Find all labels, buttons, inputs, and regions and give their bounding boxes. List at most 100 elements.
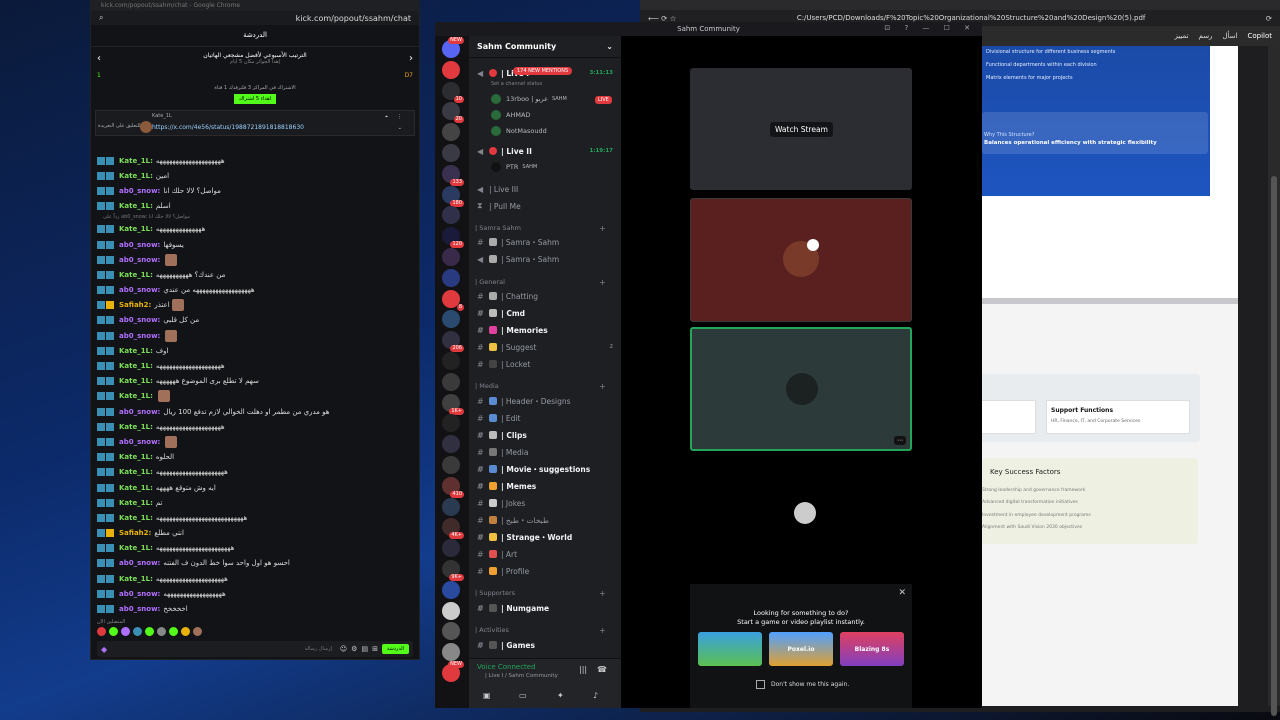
channel-item[interactable]: # | Numgame: [477, 601, 617, 615]
server-icon[interactable]: [442, 643, 460, 662]
channel-item[interactable]: ◀ | Samra・Sahm: [477, 252, 617, 266]
activity-card[interactable]: [698, 632, 762, 666]
chat-username[interactable]: Kate_1L:: [119, 271, 153, 279]
activity-card[interactable]: Blazing 8s: [840, 632, 904, 666]
soundboard-icon[interactable]: ♪: [593, 691, 598, 700]
server-icon[interactable]: [442, 580, 460, 599]
channel-item[interactable]: # | Memories: [477, 323, 617, 337]
server-icon[interactable]: [442, 414, 460, 433]
window-titlebar[interactable]: kick.com/popout/ssahm/chat - Google Chro…: [91, 1, 419, 11]
channel-item[interactable]: ◀ | Live III: [477, 182, 617, 196]
search-icon[interactable]: ⌕: [99, 13, 103, 23]
user-badge[interactable]: [193, 627, 202, 636]
chat-message[interactable]: ab0_snow: احسو هو اول واحد سوا خط الدون ف…: [97, 556, 415, 571]
channel-item[interactable]: # | Media: [477, 445, 617, 459]
chat-message[interactable]: Kate_1L: الحلوه: [97, 450, 415, 465]
category-header[interactable]: | General +: [475, 278, 606, 287]
channel-item[interactable]: # | Chatting: [477, 289, 617, 303]
discord-titlebar[interactable]: Sahm Community ⊡ ? — ☐ ✕: [435, 22, 982, 36]
chat-username[interactable]: Kate_1L:: [119, 347, 153, 355]
new-mentions-pill[interactable]: 174 NEW MENTIONS: [513, 67, 573, 75]
channel-item[interactable]: # | Clips: [477, 428, 617, 442]
server-icon[interactable]: 120: [442, 227, 464, 249]
channel-item[interactable]: ⧗ | Pull Me: [477, 199, 617, 213]
voice-user[interactable]: AHMAD: [491, 110, 530, 120]
chat-username[interactable]: ab0_snow:: [119, 241, 160, 249]
chat-username[interactable]: Kate_1L:: [119, 377, 153, 385]
chat-message[interactable]: ab0_snow: اخخخخخ: [97, 601, 415, 616]
more-icon[interactable]: ⋮: [397, 114, 402, 120]
chat-username[interactable]: Safiah2:: [119, 529, 151, 537]
server-icon[interactable]: 4K+: [442, 518, 464, 540]
channel-item[interactable]: # | Header・Designs: [477, 394, 617, 408]
activity-card[interactable]: Poxel.io: [769, 632, 833, 666]
channel-item[interactable]: # | Locket: [477, 357, 617, 371]
chat-message[interactable]: ab0_snow:: [97, 328, 415, 343]
window-controls[interactable]: ⊡ ? — ☐ ✕: [884, 24, 976, 32]
user-tile[interactable]: [690, 456, 912, 578]
voice-channel[interactable]: | Live I / Sahm Community: [485, 673, 558, 679]
server-icon[interactable]: [442, 144, 460, 162]
chat-username[interactable]: ab0_snow:: [119, 316, 160, 324]
browser-tab-strip[interactable]: [640, 0, 1280, 10]
chevron-down-icon[interactable]: ⌄: [398, 125, 402, 131]
channel-item[interactable]: # | Memes: [477, 479, 617, 493]
user-badge[interactable]: [169, 627, 178, 636]
chat-username[interactable]: Kate_1L:: [119, 514, 153, 522]
chat-username[interactable]: Kate_1L:: [119, 484, 153, 492]
server-icon[interactable]: 10: [442, 81, 464, 103]
user-badge[interactable]: [133, 627, 142, 636]
channel-item[interactable]: # | Profile: [477, 564, 617, 578]
server-icon[interactable]: [442, 435, 460, 454]
chat-message[interactable]: ab0_snow: هو مدري من مطمر او دهلت الخوالي…: [97, 404, 415, 419]
toolbar-item[interactable]: رسم: [1199, 32, 1213, 40]
chat-username[interactable]: Kate_1L:: [119, 575, 153, 583]
server-icon[interactable]: NEW: [442, 661, 464, 682]
channel-item[interactable]: # | Games: [477, 638, 617, 652]
chat-username[interactable]: Kate_1L:: [119, 544, 153, 552]
chat-message[interactable]: ab0_snow: مواصل؟ لالا حلك انا: [97, 183, 415, 198]
chat-message[interactable]: Kate_1L: سهم لا تطلع برى الموضوع ههههههه: [97, 374, 415, 389]
chat-username[interactable]: Kate_1L:: [119, 453, 153, 461]
signal-icon[interactable]: |||: [579, 665, 587, 674]
chat-username[interactable]: Kate_1L:: [119, 225, 153, 233]
user-badge[interactable]: [157, 627, 166, 636]
add-channel-icon[interactable]: +: [599, 224, 606, 233]
pdf-url[interactable]: C:/Users/PCD/Downloads/F%20Topic%20Organ…: [797, 14, 1146, 22]
channel-item[interactable]: # | Samra・Sahm: [477, 235, 617, 249]
watch-stream-button[interactable]: Watch Stream: [770, 122, 833, 137]
channel-item[interactable]: # | Strange・World: [477, 530, 617, 544]
server-icon[interactable]: [442, 539, 460, 558]
server-icon[interactable]: [442, 622, 460, 641]
send-button[interactable]: الدردشة: [381, 644, 409, 654]
chat-username[interactable]: ab0_snow:: [119, 408, 160, 416]
chat-messages[interactable]: Kate_1L: ههههههههههههههههههههه Kate_1L: امي…: [97, 153, 415, 617]
chat-message[interactable]: Safiah2: انتي مطلع: [97, 526, 415, 541]
kick-url[interactable]: kick.com/popout/ssahm/chat: [296, 14, 411, 23]
refresh-icon[interactable]: ⟳: [1266, 14, 1272, 23]
user-badge[interactable]: [109, 627, 118, 636]
server-icon[interactable]: 20: [442, 102, 464, 124]
server-icon[interactable]: [442, 206, 460, 225]
pdf-scrollbar[interactable]: [1268, 46, 1280, 716]
kick-address-bar[interactable]: ⌕ kick.com/popout/ssahm/chat: [91, 11, 419, 25]
add-channel-icon[interactable]: +: [599, 278, 606, 287]
more-icon[interactable]: ⋯: [894, 436, 906, 445]
server-icon[interactable]: 410: [442, 476, 464, 498]
chat-message[interactable]: Kate_1L: اوف: [97, 343, 415, 358]
chat-username[interactable]: Kate_1L:: [119, 362, 153, 370]
chat-message[interactable]: Kate_1L: هههههههههههههههههههههه: [97, 571, 415, 586]
server-name-header[interactable]: Sahm Community ⌄: [469, 36, 621, 58]
chat-username[interactable]: Kate_1L:: [119, 468, 153, 476]
user-tile[interactable]: [690, 198, 912, 322]
chat-message[interactable]: Kate_1L: تم: [97, 495, 415, 510]
chevron-right-icon[interactable]: ›: [409, 53, 413, 64]
server-icon[interactable]: NEW: [442, 37, 464, 58]
dont-show-again[interactable]: Don't show me this again.: [756, 680, 849, 689]
server-icon[interactable]: [442, 310, 460, 329]
chat-username[interactable]: Kate_1L:: [119, 172, 153, 180]
disconnect-icon[interactable]: ☎: [597, 665, 607, 674]
server-icon[interactable]: 8: [442, 289, 464, 311]
pdf-viewer[interactable]: Divisional structure for different busin…: [980, 46, 1238, 706]
add-channel-icon[interactable]: +: [599, 626, 606, 635]
